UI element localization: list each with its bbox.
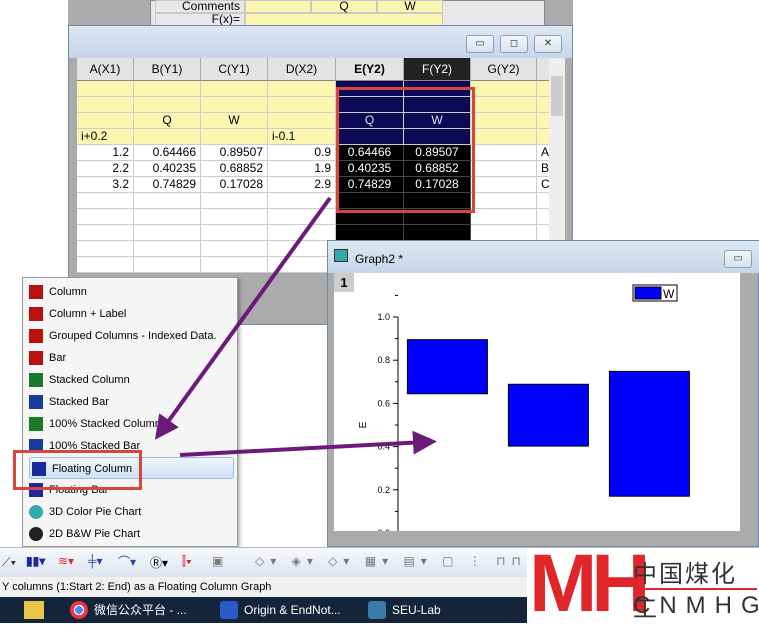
origin-icon — [220, 601, 238, 619]
3d-plot-button[interactable]: ▣ — [212, 554, 223, 568]
taskbar-label: Origin & EndNot... — [244, 603, 341, 617]
polar-plot-button[interactable]: Ⓡ▾ — [150, 554, 168, 571]
logo-en: CNMHG — [633, 592, 759, 619]
logo-divider — [633, 588, 757, 590]
arrow-to-graph — [179, 430, 437, 457]
arrow-to-menu — [154, 196, 332, 440]
logo-mark: MH — [529, 538, 651, 629]
graduation-cap-icon — [368, 601, 386, 619]
taskbar-label: 微信公众平台 - ... — [94, 603, 187, 617]
stock-plot-button[interactable]: ⫿▾ — [182, 554, 192, 569]
line-plot-button[interactable]: ⟋▾ — [2, 555, 16, 570]
taskbar-seu-lab[interactable]: SEU-Lab — [366, 597, 441, 623]
taskbar-origin[interactable]: Origin & EndNot... — [218, 597, 341, 623]
curve-plot-button[interactable]: ⌒▾ — [118, 553, 136, 570]
chrome-icon — [70, 601, 88, 619]
column-plot-button[interactable]: ▮▮▾ — [26, 554, 45, 568]
taskbar-chrome[interactable]: 微信公众平台 - ... — [68, 597, 187, 623]
boxplot-button[interactable]: ╪▾ — [88, 554, 103, 568]
watermark-logo: MH 中国煤化工 CNMHG — [527, 540, 759, 628]
taskbar-label: SEU-Lab — [392, 603, 441, 617]
annotation-arrows — [154, 196, 437, 457]
area-plot-button[interactable]: ≋▾ — [58, 554, 74, 568]
3d-toolbar-buttons[interactable]: ◇▾ ◈▾ ◇▾ ▦▾ ▤▾ ▢ ⋮ ⊓⊓⊓ — [255, 554, 542, 568]
file-explorer-icon[interactable] — [24, 601, 44, 619]
